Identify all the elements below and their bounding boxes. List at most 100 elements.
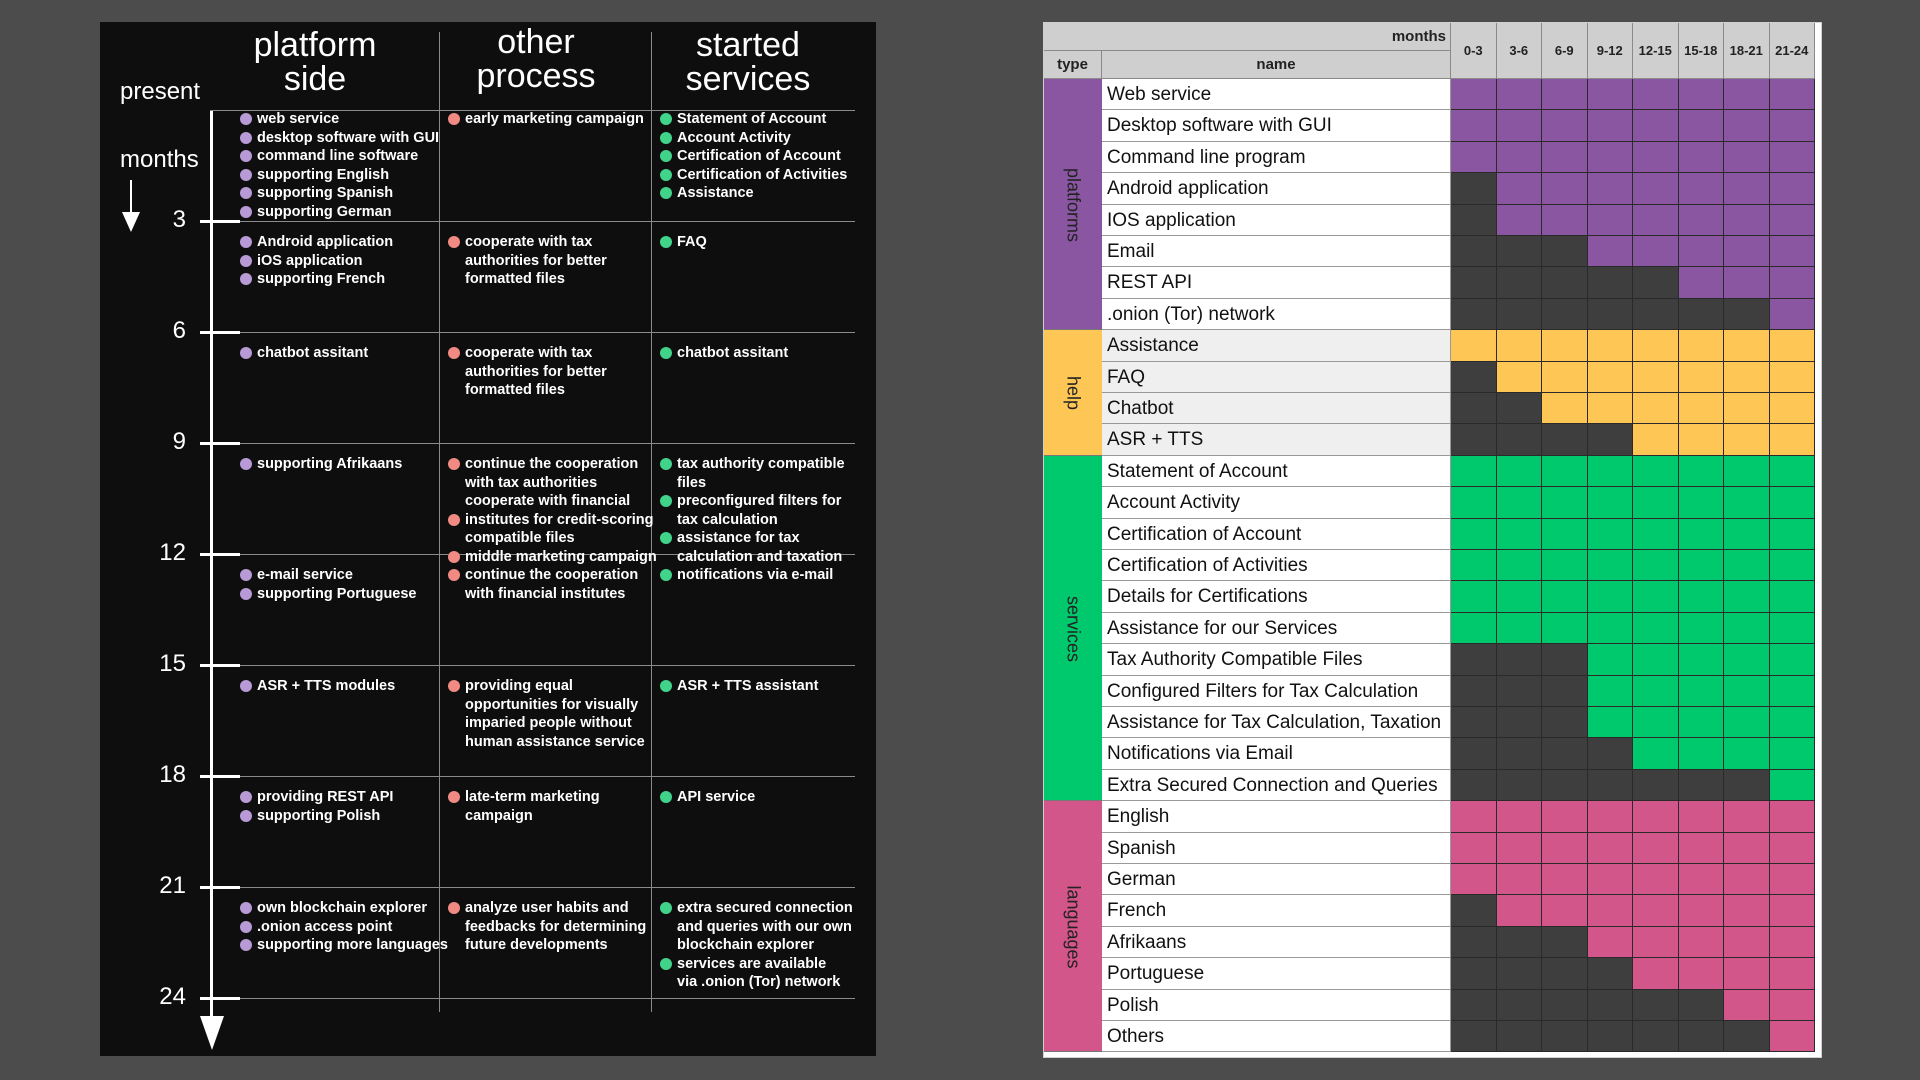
availability-cell	[1724, 236, 1770, 268]
availability-cell	[1633, 926, 1679, 959]
availability-cell	[1542, 141, 1588, 174]
availability-cell	[1633, 173, 1679, 205]
availability-cell	[1587, 612, 1633, 645]
availability-cell	[1451, 675, 1497, 707]
axis-tick	[200, 331, 240, 334]
availability-cell	[1633, 738, 1679, 770]
axis-tick-label: 6	[172, 317, 186, 344]
availability-cell	[1496, 204, 1542, 236]
feature-name: Command line program	[1102, 141, 1451, 174]
availability-cell	[1542, 298, 1588, 331]
availability-cell	[1769, 236, 1815, 268]
availability-cell	[1542, 644, 1588, 676]
feature-name: Statement of Account	[1102, 455, 1451, 488]
feature-name: ASR + TTS	[1102, 424, 1451, 456]
availability-cell	[1542, 864, 1588, 896]
timeline-item-text: cooperate with tax authorities for bette…	[465, 234, 607, 287]
axis-tick	[200, 220, 240, 223]
availability-cell	[1769, 832, 1815, 864]
timeline-item-text: supporting Portuguese	[257, 585, 417, 602]
availability-cell	[1724, 455, 1770, 488]
availability-cell	[1587, 455, 1633, 488]
timeline-item: web service	[240, 110, 439, 129]
availability-cell	[1769, 1021, 1815, 1053]
feature-name: Account Activity	[1102, 487, 1451, 519]
availability-cell	[1496, 801, 1542, 833]
availability-cell	[1769, 958, 1815, 990]
timeline-item-text: command line software	[257, 148, 419, 164]
availability-cell	[1496, 895, 1542, 927]
availability-cell	[1451, 926, 1497, 959]
timeline-item-text: supporting French	[257, 271, 386, 287]
bullet-dot-icon	[240, 569, 252, 581]
availability-cell	[1633, 79, 1679, 111]
bullet-dot-icon	[660, 236, 672, 248]
availability-cell	[1769, 644, 1815, 676]
availability-cell	[1678, 79, 1724, 111]
timeline-item: chatbot assitant	[240, 344, 368, 363]
timeline-cell-platform: providing REST API supporting Polish	[240, 788, 393, 825]
availability-cell	[1587, 141, 1633, 174]
availability-cell	[1451, 267, 1497, 299]
availability-cell	[1451, 832, 1497, 864]
row-divider	[210, 221, 855, 222]
availability-cell	[1587, 864, 1633, 896]
availability-cell	[1769, 769, 1815, 802]
availability-cell	[1451, 769, 1497, 802]
type-group-label: platforms	[1063, 167, 1084, 242]
availability-cell	[1542, 393, 1588, 425]
feature-name: Others	[1102, 1021, 1451, 1053]
availability-cell	[1633, 204, 1679, 236]
availability-cell	[1496, 612, 1542, 645]
availability-cell	[1633, 989, 1679, 1021]
feature-name: Android application	[1102, 173, 1451, 205]
availability-cell	[1496, 173, 1542, 205]
feature-name: Certification of Account	[1102, 518, 1451, 550]
availability-cell	[1724, 707, 1770, 739]
availability-cell	[1678, 832, 1724, 864]
bullet-dot-icon	[448, 236, 460, 248]
availability-cell	[1678, 738, 1724, 770]
availability-cell	[1587, 298, 1633, 331]
availability-cell	[1633, 267, 1679, 299]
axis-tick-label: 15	[159, 650, 186, 677]
header-services-line2: services	[685, 60, 811, 98]
timeline-item-text: cooperate with tax authorities for bette…	[465, 345, 607, 398]
availability-cell	[1724, 204, 1770, 236]
availability-cell	[1633, 236, 1679, 268]
availability-cell	[1542, 769, 1588, 802]
timeline-cell-platform: supporting Afrikaans	[240, 455, 402, 474]
availability-cell	[1678, 550, 1724, 582]
availability-cell	[1769, 738, 1815, 770]
availability-grid: months type name 0-3 3-6 6-9 9-12 12-15 15-18 18-…	[1043, 22, 1822, 1058]
availability-cell	[1678, 110, 1724, 142]
timeline-item: early marketing campaign	[448, 110, 644, 129]
timeline-item: supporting Afrikaans	[240, 455, 402, 474]
bullet-dot-icon	[448, 550, 460, 563]
feature-name: Polish	[1102, 989, 1451, 1021]
availability-cell	[1496, 518, 1542, 550]
availability-cell	[1542, 487, 1588, 519]
axis-tick-label: 12	[159, 539, 186, 566]
bullet-dot-icon	[240, 254, 252, 267]
availability-cell	[1496, 581, 1542, 613]
timeline-item: supporting French	[240, 270, 393, 289]
bullet-dot-icon	[660, 569, 672, 581]
availability-cell	[1769, 487, 1815, 519]
availability-cell	[1451, 989, 1497, 1021]
availability-cell	[1769, 801, 1815, 833]
bullet-dot-icon	[448, 513, 460, 526]
timeline-item-text: supporting Polish	[257, 807, 381, 824]
availability-cell	[1724, 832, 1770, 864]
timeline-item-text: providing equal opportunities for visual…	[465, 678, 645, 750]
timeline-item-text: Certification of Account	[677, 148, 841, 164]
availability-cell	[1496, 644, 1542, 676]
timeline-item-text: services are available via .onion (Tor) …	[677, 955, 841, 991]
availability-cell	[1724, 267, 1770, 299]
availability-cell	[1769, 864, 1815, 896]
availability-cell	[1451, 173, 1497, 205]
availability-cell	[1633, 864, 1679, 896]
availability-cell	[1724, 487, 1770, 519]
timeline-item-text: tax authority compatible files	[677, 456, 845, 491]
timeline-item-text: ASR + TTS assistant	[677, 678, 819, 694]
